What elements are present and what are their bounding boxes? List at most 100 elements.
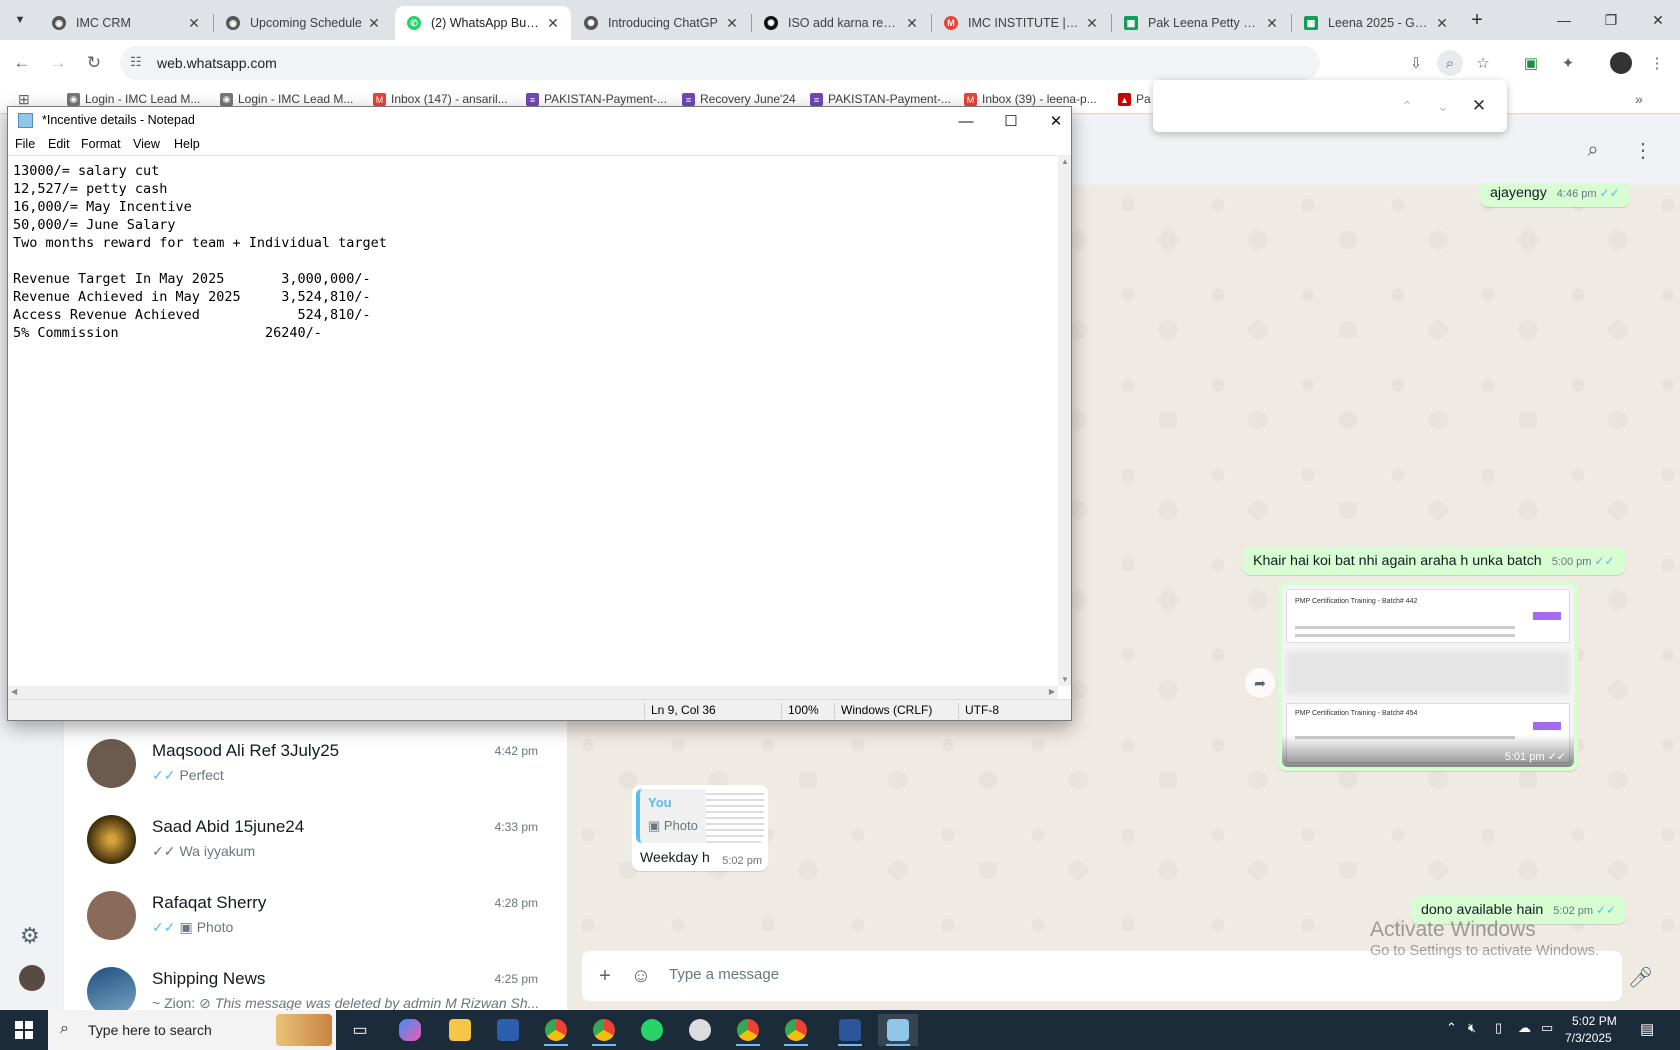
taskbar-word[interactable] (830, 1014, 870, 1046)
taskbar-notepad[interactable] (878, 1014, 918, 1046)
chat-list-item[interactable]: Rafaqat Sherry 4:28 pm ✓✓ ▣ Photo (64, 879, 568, 955)
message-image[interactable]: PMP Certification Training - Batch# 442 … (1282, 585, 1574, 767)
bookmark-item[interactable]: ◉ Login - IMC Lead M... (220, 92, 353, 106)
bookmark-item[interactable]: M Inbox (39) - leena-p... (964, 92, 1097, 106)
more-bookmarks-icon[interactable]: » (1635, 91, 1643, 107)
more-vertical-icon[interactable]: ⋮ (1630, 137, 1656, 163)
notepad-close-button[interactable]: ✕ (1033, 107, 1079, 135)
notepad-horizontal-scrollbar[interactable]: ◀ ▶ (8, 686, 1058, 699)
find-previous-button[interactable]: ⌃ (1395, 94, 1419, 118)
avatar[interactable] (19, 965, 45, 991)
search-icon[interactable]: ⌕ (1580, 137, 1606, 163)
address-bar[interactable]: ☷ web.whatsapp.com (120, 46, 1320, 80)
browser-minimize-button[interactable]: — (1542, 0, 1586, 40)
task-view-button[interactable]: ▭ (340, 1014, 380, 1046)
taskbar-chrome[interactable] (728, 1014, 768, 1046)
attach-plus-icon[interactable]: + (592, 963, 618, 989)
settings-gear-icon[interactable]: ⚙ (20, 923, 40, 949)
taskbar-app[interactable] (488, 1014, 528, 1046)
message-outgoing-image[interactable]: PMP Certification Training - Batch# 442 … (1278, 581, 1578, 771)
scroll-right-icon[interactable]: ▶ (1049, 687, 1055, 696)
scroll-left-icon[interactable]: ◀ (11, 687, 17, 696)
tab-iso-add-karna[interactable]: ✺ ISO add karna reque ✕ (752, 6, 930, 40)
tab-upcoming-schedule[interactable]: ◉ Upcoming Schedule ✕ (214, 6, 392, 40)
bookmark-item[interactable]: ≡ Recovery June'24 (682, 92, 796, 106)
notepad-text-area[interactable]: 13000/= salary cut 12,527/= petty cash 16,… (8, 155, 1058, 686)
find-input[interactable] (1163, 92, 1363, 120)
profile-button[interactable] (1608, 50, 1634, 76)
chat-list-item[interactable]: Maqsood Ali Ref 3July25 4:42 pm ✓✓ Perfec… (64, 727, 568, 803)
tab-leena-2025[interactable]: ▦ Leena 2025 - Googl ✕ (1292, 6, 1460, 40)
close-icon[interactable]: ✕ (365, 14, 383, 32)
taskbar-copilot[interactable] (390, 1014, 430, 1046)
browser-close-button[interactable]: ✕ (1636, 0, 1680, 40)
taskbar-whatsapp[interactable] (632, 1014, 672, 1046)
scroll-up-icon[interactable]: ▲ (1061, 157, 1069, 166)
tray-overflow-icon[interactable]: ⌃ (1446, 1020, 1457, 1036)
tab-imc-crm[interactable]: ◉ IMC CRM ✕ (40, 6, 212, 40)
bookmark-item[interactable]: ◉ Login - IMC Lead M... (67, 92, 200, 106)
tab-pak-leena-petty-cash[interactable]: ▦ Pak Leena Petty cas ✕ (1112, 6, 1290, 40)
find-close-button[interactable]: ✕ (1467, 94, 1491, 118)
back-button[interactable]: ← (8, 49, 36, 77)
taskbar-file-explorer[interactable] (440, 1014, 480, 1046)
tab-introducing-chatgpt[interactable]: ✺ Introducing ChatGP ✕ (572, 6, 750, 40)
bookmark-item[interactable]: ≡ PAKISTAN-Payment-... (526, 92, 667, 106)
reload-button[interactable]: ↻ (80, 49, 108, 77)
extensions-menu-button[interactable]: ✦ (1555, 50, 1581, 76)
menu-file[interactable]: File (15, 137, 35, 151)
close-icon[interactable]: ✕ (1433, 14, 1451, 32)
menu-format[interactable]: Format (81, 137, 121, 151)
tab-search-button[interactable]: ▼ (8, 8, 32, 32)
close-icon[interactable]: ✕ (185, 14, 203, 32)
menu-view[interactable]: View (133, 137, 160, 151)
clock-date[interactable]: 7/3/2025 (1565, 1031, 1612, 1045)
bookmark-star-button[interactable]: ☆ (1470, 50, 1496, 76)
close-icon[interactable]: ✕ (723, 14, 741, 32)
tab-imc-institute[interactable]: M IMC INSTITUTE | EN ✕ (932, 6, 1110, 40)
menu-edit[interactable]: Edit (48, 137, 70, 151)
notepad-maximize-button[interactable]: ☐ (988, 107, 1034, 135)
install-app-button[interactable]: ⇩ (1403, 50, 1429, 76)
close-icon[interactable]: ✕ (1263, 14, 1281, 32)
message-input[interactable]: Type a message (669, 966, 779, 983)
site-settings-icon[interactable]: ☷ (130, 54, 148, 72)
close-icon[interactable]: ✕ (903, 14, 921, 32)
bookmark-item[interactable]: ≡ PAKISTAN-Payment-... (810, 92, 951, 106)
message-outgoing[interactable]: ajayengy 4:46 pm ✓✓ (1480, 183, 1630, 207)
taskbar-app[interactable] (680, 1014, 720, 1046)
start-button[interactable] (0, 1010, 48, 1050)
new-tab-button[interactable]: + (1465, 8, 1489, 32)
forward-icon[interactable]: ➦ (1245, 668, 1275, 698)
menu-help[interactable]: Help (174, 137, 200, 151)
volume-muted-icon[interactable]: 🔇︎ (1468, 1020, 1476, 1036)
message-incoming-reply[interactable]: You ▣ Photo Weekday h 5:02 pm (632, 785, 768, 871)
url-text[interactable]: web.whatsapp.com (157, 55, 277, 71)
bookmark-item[interactable]: ▲ Pa (1118, 92, 1151, 106)
sticker-emoji-icon[interactable]: ☺ (628, 963, 654, 989)
find-next-button[interactable]: ⌄ (1431, 94, 1455, 118)
close-icon[interactable]: ✕ (544, 14, 562, 32)
taskbar-chrome[interactable] (536, 1014, 576, 1046)
notepad-vertical-scrollbar[interactable]: ▲ ▼ (1058, 155, 1071, 686)
taskbar-chrome[interactable] (584, 1014, 624, 1046)
quoted-message[interactable]: You ▣ Photo (636, 789, 764, 843)
notepad-title-bar[interactable]: *Incentive details - Notepad — ☐ ✕ (8, 107, 1071, 135)
bookmark-item[interactable]: M Inbox (147) - ansaril... (373, 92, 508, 106)
cloud-icon[interactable]: ☁ (1518, 1020, 1531, 1036)
extension-button[interactable]: ▣ (1518, 50, 1544, 76)
battery-icon[interactable]: ▯ (1495, 1020, 1502, 1036)
taskbar-chrome[interactable] (776, 1014, 816, 1046)
message-outgoing[interactable]: Khair hai koi bat nhi again araha h unka… (1243, 547, 1625, 575)
chat-list-item[interactable]: Saad Abid 15june24 4:33 pm ✓✓ Wa iyyakum (64, 803, 568, 879)
forward-button[interactable]: → (44, 49, 72, 77)
taskbar-search[interactable]: ⌕ Type here to search (48, 1010, 336, 1050)
find-in-page-button[interactable]: ⌕ (1437, 50, 1463, 76)
notifications-icon[interactable]: ▤ (1640, 1020, 1654, 1038)
chrome-menu-button[interactable]: ⋮ (1644, 50, 1670, 76)
network-icon[interactable]: ▭ (1541, 1020, 1553, 1036)
scroll-down-icon[interactable]: ▼ (1061, 675, 1069, 684)
clock-time[interactable]: 5:02 PM (1572, 1014, 1617, 1028)
close-icon[interactable]: ✕ (1083, 14, 1101, 32)
tab-whatsapp[interactable]: ✆ (2) WhatsApp Busin ✕ (395, 6, 571, 40)
